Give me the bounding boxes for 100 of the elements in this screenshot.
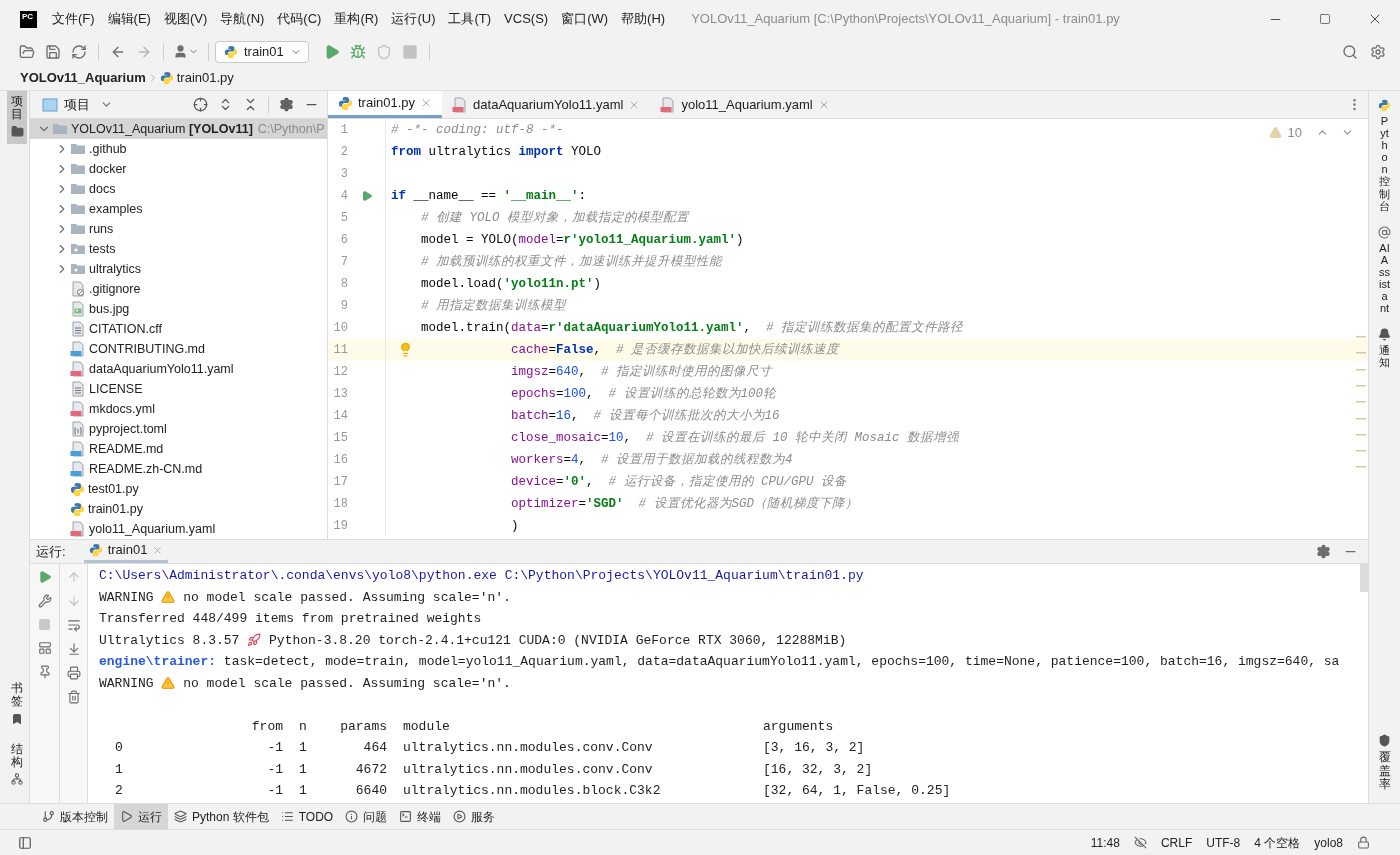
editor-tab[interactable]: yolo11_Aquarium.yaml bbox=[650, 91, 840, 118]
python-file-icon bbox=[70, 481, 85, 497]
tree-item[interactable]: bus.jpg bbox=[30, 299, 327, 319]
search-icon[interactable] bbox=[1342, 43, 1358, 60]
save-icon[interactable] bbox=[45, 43, 61, 60]
rerun-icon[interactable] bbox=[37, 570, 52, 584]
tool-window-tab[interactable]: 运行 bbox=[114, 804, 168, 829]
yaml-file-icon bbox=[70, 521, 86, 537]
tree-item[interactable]: examples bbox=[30, 199, 327, 219]
run-config-dropdown[interactable]: train01 bbox=[215, 40, 309, 63]
tree-item[interactable]: CITATION.cff bbox=[30, 319, 327, 339]
table-cell-text: [3, 16, 3, 2] bbox=[763, 739, 865, 757]
status-item[interactable]: UTF-8 bbox=[1206, 833, 1241, 852]
menu-item[interactable]: 文件(F) bbox=[52, 9, 95, 29]
status-item[interactable]: 4 个空格 bbox=[1254, 833, 1301, 852]
tree-item[interactable]: tests bbox=[30, 239, 327, 259]
menu-item[interactable]: VCS(S) bbox=[504, 9, 549, 29]
tool-window-tab[interactable]: 终端 bbox=[393, 804, 448, 829]
tool-window-tab[interactable]: TODO bbox=[274, 804, 340, 829]
tool-window-tab[interactable]: 书签 bbox=[11, 682, 23, 709]
table-cell-text: 1 bbox=[299, 782, 308, 800]
yaml-file-icon bbox=[660, 96, 677, 113]
tree-item[interactable]: ultralytics bbox=[30, 259, 327, 279]
tree-item[interactable]: docs bbox=[30, 179, 327, 199]
pin-icon[interactable] bbox=[37, 665, 52, 679]
tree-item[interactable]: train01.py bbox=[30, 499, 327, 519]
menu-item[interactable]: 窗口(W) bbox=[561, 9, 609, 29]
line-number: 3 bbox=[339, 166, 348, 183]
menu-item[interactable]: 导航(N) bbox=[220, 9, 265, 29]
panel-toggle-icon[interactable] bbox=[18, 835, 32, 850]
warning-count[interactable]: 10 bbox=[1287, 123, 1302, 143]
status-item[interactable]: 11:48 bbox=[1090, 833, 1120, 852]
tree-item[interactable]: yolo11_Aquarium.yaml bbox=[30, 519, 327, 539]
tool-window-tab[interactable]: Python 软件包 bbox=[168, 804, 275, 829]
line-number: 16 bbox=[332, 452, 348, 469]
tree-item[interactable]: mkdocs.yml bbox=[30, 399, 327, 419]
tool-window-tab[interactable]: 服务 bbox=[447, 804, 502, 829]
settings-icon[interactable] bbox=[1370, 43, 1386, 60]
menu-item[interactable]: 帮助(H) bbox=[621, 9, 666, 29]
status-item[interactable]: CRLF bbox=[1160, 833, 1193, 852]
print-icon[interactable] bbox=[66, 666, 81, 680]
warning-icon bbox=[161, 676, 176, 691]
tree-item[interactable]: dataAquariumYolo11.yaml bbox=[30, 359, 327, 379]
tree-item[interactable]: CONTRIBUTING.md bbox=[30, 339, 327, 359]
wrench-icon[interactable] bbox=[37, 594, 52, 608]
status-item[interactable]: yolo8 bbox=[1314, 833, 1343, 852]
editor-tab[interactable]: train01.py bbox=[328, 91, 443, 118]
code-line: device='0', # 运行设备，指定使用的 CPU/GPU 设备 bbox=[511, 473, 848, 491]
menu-item[interactable]: 重构(R) bbox=[334, 9, 379, 29]
bug-icon[interactable] bbox=[350, 43, 366, 60]
tool-window-tab[interactable]: Python 控制台 bbox=[1379, 115, 1390, 212]
table-cell-text: 1 bbox=[299, 739, 308, 757]
eye-off-icon[interactable] bbox=[1133, 836, 1147, 849]
menu-item[interactable]: 视图(V) bbox=[163, 9, 208, 29]
settings-icon[interactable] bbox=[1316, 544, 1331, 559]
line-number: 7 bbox=[339, 254, 348, 271]
run-gutter-icon[interactable] bbox=[360, 190, 373, 202]
wrap-icon[interactable] bbox=[66, 618, 81, 632]
locate-icon[interactable] bbox=[193, 97, 208, 112]
tree-item[interactable]: runs bbox=[30, 219, 327, 239]
table-cell-text: 1 bbox=[114, 760, 124, 779]
tree-item[interactable]: LICENSE bbox=[30, 379, 327, 399]
tool-window-tab[interactable]: 版本控制 bbox=[36, 804, 114, 829]
tool-window-tab[interactable]: 覆盖率 bbox=[1378, 751, 1391, 791]
tool-window-tab[interactable]: 通知 bbox=[1379, 344, 1390, 369]
editor-tab[interactable]: dataAquariumYolo11.yaml bbox=[442, 91, 651, 118]
tool-window-tab[interactable]: 问题 bbox=[339, 804, 394, 829]
tree-item[interactable]: test01.py bbox=[30, 479, 327, 499]
tree-item[interactable]: .gitignore bbox=[30, 279, 327, 299]
menu-item[interactable]: 工具(T) bbox=[448, 9, 492, 29]
lock-icon[interactable] bbox=[1357, 836, 1370, 849]
table-cell-text: -1 bbox=[266, 739, 283, 757]
open-folder-icon[interactable] bbox=[19, 43, 35, 60]
breadcrumb-item[interactable]: train01.py bbox=[176, 67, 234, 88]
layout-icon[interactable] bbox=[37, 641, 52, 655]
project-view-selector[interactable]: 项目 bbox=[64, 94, 90, 115]
settings-icon[interactable] bbox=[279, 97, 294, 112]
user-icon[interactable] bbox=[173, 44, 188, 59]
maximize-icon[interactable] bbox=[1319, 13, 1331, 25]
tool-window-tab[interactable]: AI Assistant bbox=[1379, 241, 1390, 315]
tree-item[interactable]: README.zh-CN.md bbox=[30, 459, 327, 479]
trash-icon[interactable] bbox=[66, 690, 81, 704]
line-number: 9 bbox=[339, 298, 348, 315]
breadcrumb-item[interactable]: YOLOv11_Aquarium bbox=[20, 67, 146, 88]
tree-item[interactable]: pyproject.toml bbox=[30, 419, 327, 439]
menu-item[interactable]: 运行(U) bbox=[391, 9, 436, 29]
tree-item[interactable]: YOLOv11_Aquarium [YOLOv11] C:\Python\P bbox=[30, 119, 327, 139]
tree-item[interactable]: .github bbox=[30, 139, 327, 159]
run-icon[interactable] bbox=[324, 43, 340, 60]
menu-item[interactable]: 编辑(E) bbox=[107, 9, 151, 29]
scrollbar-thumb[interactable] bbox=[1360, 564, 1368, 592]
table-cell-text: 0 bbox=[114, 739, 124, 757]
sync-icon[interactable] bbox=[71, 43, 87, 60]
scroll-to-end-icon[interactable] bbox=[66, 642, 81, 656]
lightbulb-icon[interactable] bbox=[398, 342, 413, 357]
tree-item[interactable]: README.md bbox=[30, 439, 327, 459]
tree-item[interactable]: docker bbox=[30, 159, 327, 179]
folder-icon bbox=[70, 181, 86, 197]
tool-window-tab[interactable]: 结构 bbox=[11, 742, 23, 769]
menu-item[interactable]: 代码(C) bbox=[277, 9, 322, 29]
